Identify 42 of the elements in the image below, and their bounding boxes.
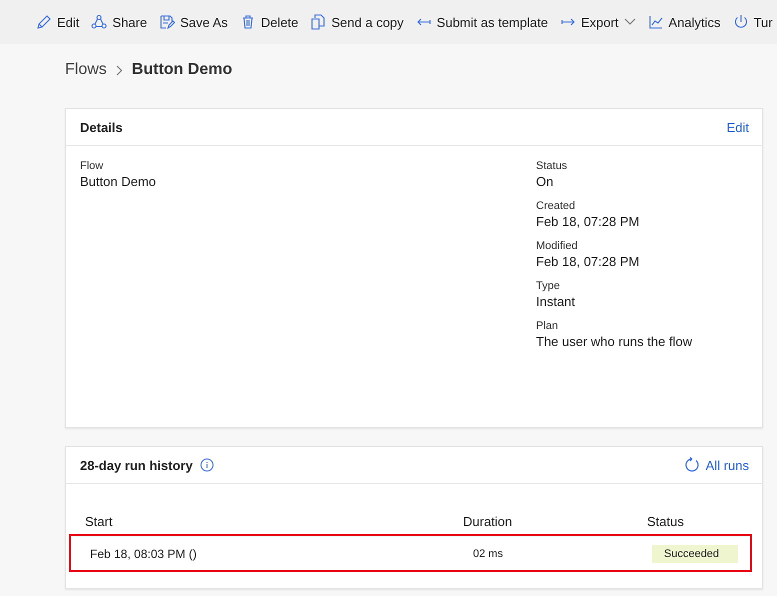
field-value: Feb 18, 07:28 PM — [536, 214, 640, 229]
field-label: Plan — [536, 320, 560, 332]
field-label: Status — [536, 160, 568, 172]
table-cell-text: Feb 18, 08:03 PM () — [90, 546, 198, 560]
field-value: Button Demo — [80, 174, 157, 189]
toolbar-button[interactable]: Share — [85, 6, 154, 38]
toolbar-button[interactable]: Submit as template — [410, 6, 554, 38]
status-badge: Succeeded — [652, 544, 738, 562]
column-header: Duration — [463, 514, 514, 528]
refresh-icon — [684, 457, 700, 473]
save-as-icon — [159, 14, 176, 30]
info-icon[interactable] — [200, 458, 214, 472]
share-icon — [91, 14, 108, 30]
all-runs-link[interactable]: All runs — [684, 457, 749, 473]
card-title: 28-day run history — [80, 458, 193, 472]
toolbar-button[interactable]: Edit — [30, 6, 86, 38]
field-label: Modified — [536, 240, 579, 252]
toolbar-button[interactable]: Save As — [153, 6, 234, 38]
field-label: Created — [536, 200, 576, 212]
power-icon — [732, 14, 749, 30]
field-value: On — [536, 174, 554, 189]
table-cell-text: 02 ms — [472, 548, 504, 560]
line-chart-icon — [648, 14, 664, 30]
toolbar-button[interactable]: Delete — [234, 6, 304, 38]
breadcrumb-current: Button Demo — [132, 61, 232, 79]
column-header: Start — [85, 514, 114, 528]
pencil-icon — [36, 14, 52, 30]
field-label: Type — [536, 280, 561, 292]
breadcrumb-link[interactable]: Flows — [65, 61, 107, 79]
field-value: Instant — [536, 294, 576, 309]
field-label: Flow — [80, 160, 104, 172]
chevron-right-icon — [116, 64, 123, 76]
field-value: The user who runs the flow — [536, 334, 692, 349]
edit-link[interactable]: Edit — [726, 120, 749, 134]
toolbar-button[interactable]: Analytics — [642, 6, 727, 38]
column-header: Status — [647, 514, 685, 528]
toolbar-button[interactable]: Export — [554, 6, 642, 38]
copy-icon — [310, 14, 326, 30]
field-value: Feb 18, 07:28 PM — [536, 254, 640, 269]
card-title: Details — [80, 120, 123, 134]
toolbar-button[interactable]: Send a copy — [304, 6, 410, 38]
toolbar-button[interactable]: Tur — [726, 6, 777, 38]
